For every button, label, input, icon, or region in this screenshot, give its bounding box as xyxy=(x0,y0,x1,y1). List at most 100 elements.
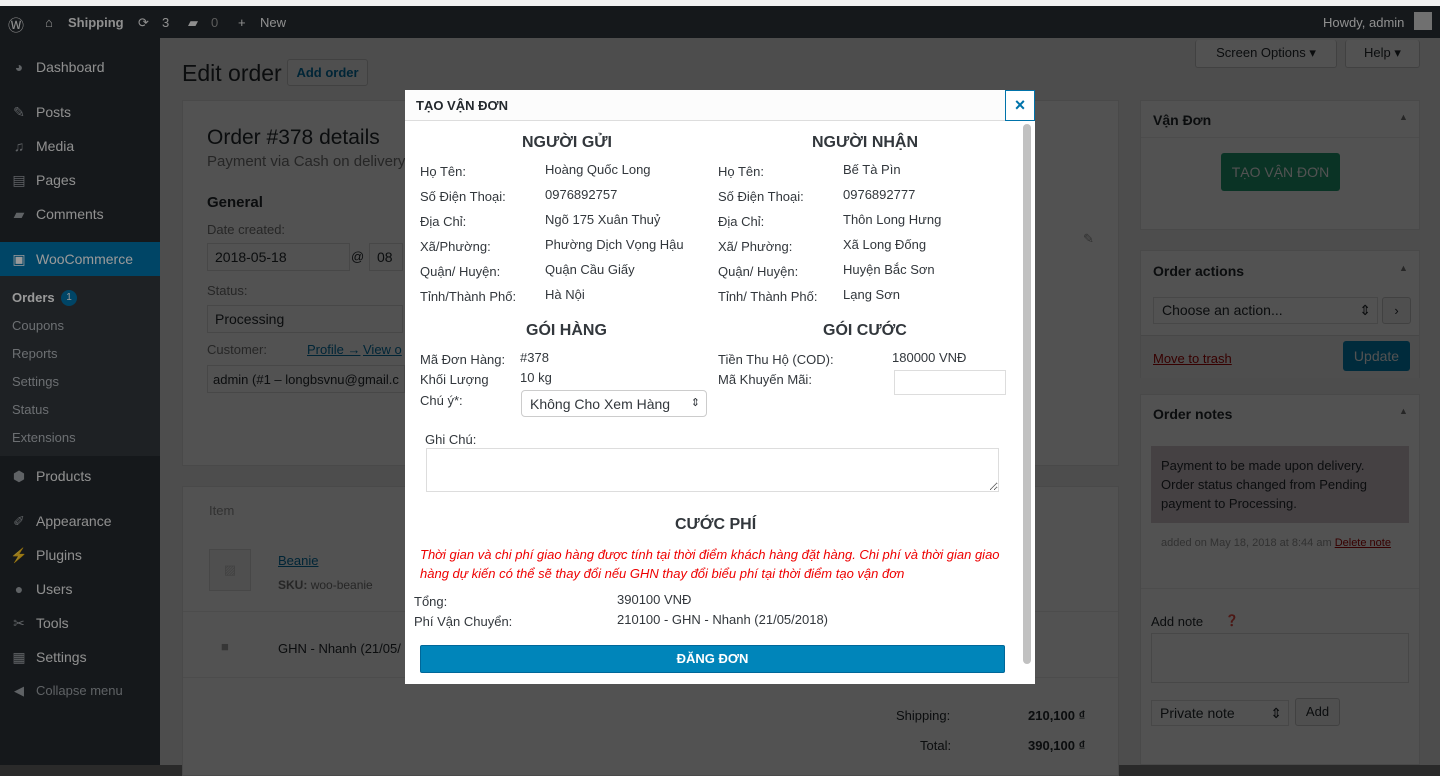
status-select[interactable]: Processing xyxy=(207,305,403,333)
total-label: Tổng: xyxy=(414,594,448,609)
order-code-label: Mã Đơn Hàng: xyxy=(420,352,506,367)
receiver-value: Xã Long Đống xyxy=(843,237,927,252)
sender-label: Địa Chỉ: xyxy=(420,214,467,229)
screen-options-button[interactable]: Screen Options ▾ xyxy=(1195,40,1337,68)
receiver-value: Thôn Long Hưng xyxy=(843,212,942,227)
remark-textarea[interactable] xyxy=(426,448,999,492)
sidebar-item-label: Pages xyxy=(36,172,76,188)
remark-label: Ghi Chú: xyxy=(425,432,477,447)
sidebar-item-appearance[interactable]: ✐ Appearance xyxy=(0,504,160,538)
sidebar-item-pages[interactable]: ▤ Pages xyxy=(0,163,160,197)
wordpress-logo-icon[interactable]: Ⓦ xyxy=(8,12,24,36)
add-note-label: Add note xyxy=(1151,614,1204,629)
collapse-menu[interactable]: ◀ Collapse menu xyxy=(0,674,160,708)
select-value: Private note xyxy=(1160,705,1235,721)
new-link[interactable]: New xyxy=(260,15,286,30)
sidebar-item-plugins[interactable]: ⚡ Plugins xyxy=(0,538,160,572)
van-don-title: Vận Đơn xyxy=(1153,112,1212,128)
customer-select[interactable]: admin (#1 – longbsvnu@gmail.c xyxy=(207,365,405,393)
edit-pencil-icon[interactable]: ✎ xyxy=(1083,231,1094,247)
date-field[interactable]: 2018-05-18 xyxy=(207,243,350,271)
promo-input[interactable] xyxy=(894,370,1006,395)
woo-icon: ▣ xyxy=(12,251,26,267)
tao-van-don-button[interactable]: TẠO VẬN ĐƠN xyxy=(1221,153,1340,191)
sidebar-item-users[interactable]: ● Users xyxy=(0,572,160,606)
home-icon: ⌂ xyxy=(45,15,53,30)
customer-label: Customer: xyxy=(207,342,267,357)
submenu-reports[interactable]: Reports xyxy=(12,346,58,361)
add-note-button[interactable]: Add xyxy=(1295,698,1340,726)
pin-icon: ✎ xyxy=(13,104,25,120)
collapse-arrow-icon[interactable]: ▲ xyxy=(1399,112,1408,122)
general-heading: General xyxy=(207,194,263,211)
submenu-status[interactable]: Status xyxy=(12,402,49,417)
hour-field[interactable]: 08 xyxy=(369,243,403,271)
view-orders-link[interactable]: View o xyxy=(363,342,402,357)
shipping-fee-label: Phí Vận Chuyển: xyxy=(414,614,513,629)
submenu-orders[interactable]: Orders xyxy=(12,290,55,305)
dashboard-icon: ◕ xyxy=(14,59,24,75)
sender-value: 0976892757 xyxy=(545,187,618,202)
delete-note-link[interactable]: Delete note xyxy=(1335,537,1391,549)
sender-label: Xã/Phường: xyxy=(420,239,491,254)
select-arrows-icon: ⇕ xyxy=(690,397,700,409)
submenu-settings[interactable]: Settings xyxy=(12,374,59,389)
sidebar-item-comments[interactable]: ▰ Comments xyxy=(0,197,160,231)
order-actions-panel: Order actions ▲ Choose an action... ⇕ › M… xyxy=(1140,250,1420,378)
plus-icon: + xyxy=(238,15,246,30)
order-note: Payment to be made upon delivery. Order … xyxy=(1151,446,1409,523)
sidebar-item-label: Collapse menu xyxy=(36,683,123,698)
cod-value: 180000 VNĐ xyxy=(892,350,967,365)
submit-order-button[interactable]: ĐĂNG ĐƠN xyxy=(420,645,1005,673)
sidebar-item-label: Posts xyxy=(36,104,72,120)
collapse-arrow-icon[interactable]: ▲ xyxy=(1399,406,1408,416)
add-order-button[interactable]: Add order xyxy=(287,59,368,86)
submenu-coupons[interactable]: Coupons xyxy=(12,318,64,333)
collapse-arrow-icon[interactable]: ▲ xyxy=(1399,263,1408,273)
receiver-value: Bế Tà Pìn xyxy=(843,162,901,177)
comments-count[interactable]: 0 xyxy=(211,15,218,30)
shipping-fee-value: 210100 - GHN - Nhanh (21/05/2018) xyxy=(617,612,829,627)
apply-action-button[interactable]: › xyxy=(1382,297,1411,324)
modal-scrollbar[interactable] xyxy=(1023,124,1031,664)
help-icon[interactable]: ❓ xyxy=(1225,614,1239,627)
close-icon[interactable]: × xyxy=(1005,90,1035,121)
user-icon: ● xyxy=(14,581,24,597)
sidebar-item-settings[interactable]: ▦ Settings xyxy=(0,640,160,674)
sidebar-item-posts[interactable]: ✎ Posts xyxy=(0,95,160,129)
receiver-label: Số Điện Thoại: xyxy=(718,189,804,204)
note-select[interactable]: Không Cho Xem Hàng ⇕ xyxy=(521,390,707,417)
receiver-value: 0976892777 xyxy=(843,187,916,202)
submenu-extensions[interactable]: Extensions xyxy=(12,430,76,445)
products-icon: ⬢ xyxy=(12,468,26,484)
site-name-link[interactable]: Shipping xyxy=(68,15,124,30)
receiver-value: Lạng Sơn xyxy=(843,287,900,302)
howdy-link[interactable]: Howdy, admin xyxy=(1323,15,1404,30)
order-code-value: #378 xyxy=(520,350,549,365)
weight-label: Khối Lượng xyxy=(420,372,489,387)
add-note-textarea[interactable] xyxy=(1151,633,1409,683)
move-to-trash-link[interactable]: Move to trash xyxy=(1153,351,1232,366)
sidebar-item-dashboard[interactable]: ◕ Dashboard xyxy=(0,50,160,84)
sidebar-item-tools[interactable]: ✂ Tools xyxy=(0,606,160,640)
order-title: Order #378 details xyxy=(207,126,380,149)
product-link[interactable]: Beanie xyxy=(278,553,318,568)
update-button[interactable]: Update xyxy=(1343,341,1410,371)
sidebar-item-label: Settings xyxy=(36,649,87,665)
select-arrows-icon: ⇕ xyxy=(1270,705,1282,721)
sidebar-item-products[interactable]: ⬢ Products xyxy=(0,459,160,493)
sidebar-item-woocommerce[interactable]: ▣ WooCommerce xyxy=(0,242,160,276)
note-meta: added on May 18, 2018 at 8:44 am xyxy=(1161,537,1332,549)
updates-count[interactable]: 3 xyxy=(162,15,169,30)
order-notes-panel: Order notes ▲ Payment to be made upon de… xyxy=(1140,394,1420,765)
note-type-select[interactable]: Private note ⇕ xyxy=(1151,700,1289,726)
sidebar-item-label: Media xyxy=(36,138,75,154)
sender-label: Tỉnh/Thành Phố: xyxy=(420,289,517,304)
order-action-select[interactable]: Choose an action... ⇕ xyxy=(1153,297,1378,324)
help-button[interactable]: Help ▾ xyxy=(1345,40,1420,68)
profile-link[interactable]: Profile → xyxy=(307,342,360,357)
sender-heading: NGƯỜI GỬI xyxy=(522,134,612,151)
receiver-value: Huyện Bắc Sơn xyxy=(843,262,935,277)
sidebar-item-media[interactable]: ♫ Media xyxy=(0,129,160,163)
avatar[interactable] xyxy=(1414,12,1432,30)
